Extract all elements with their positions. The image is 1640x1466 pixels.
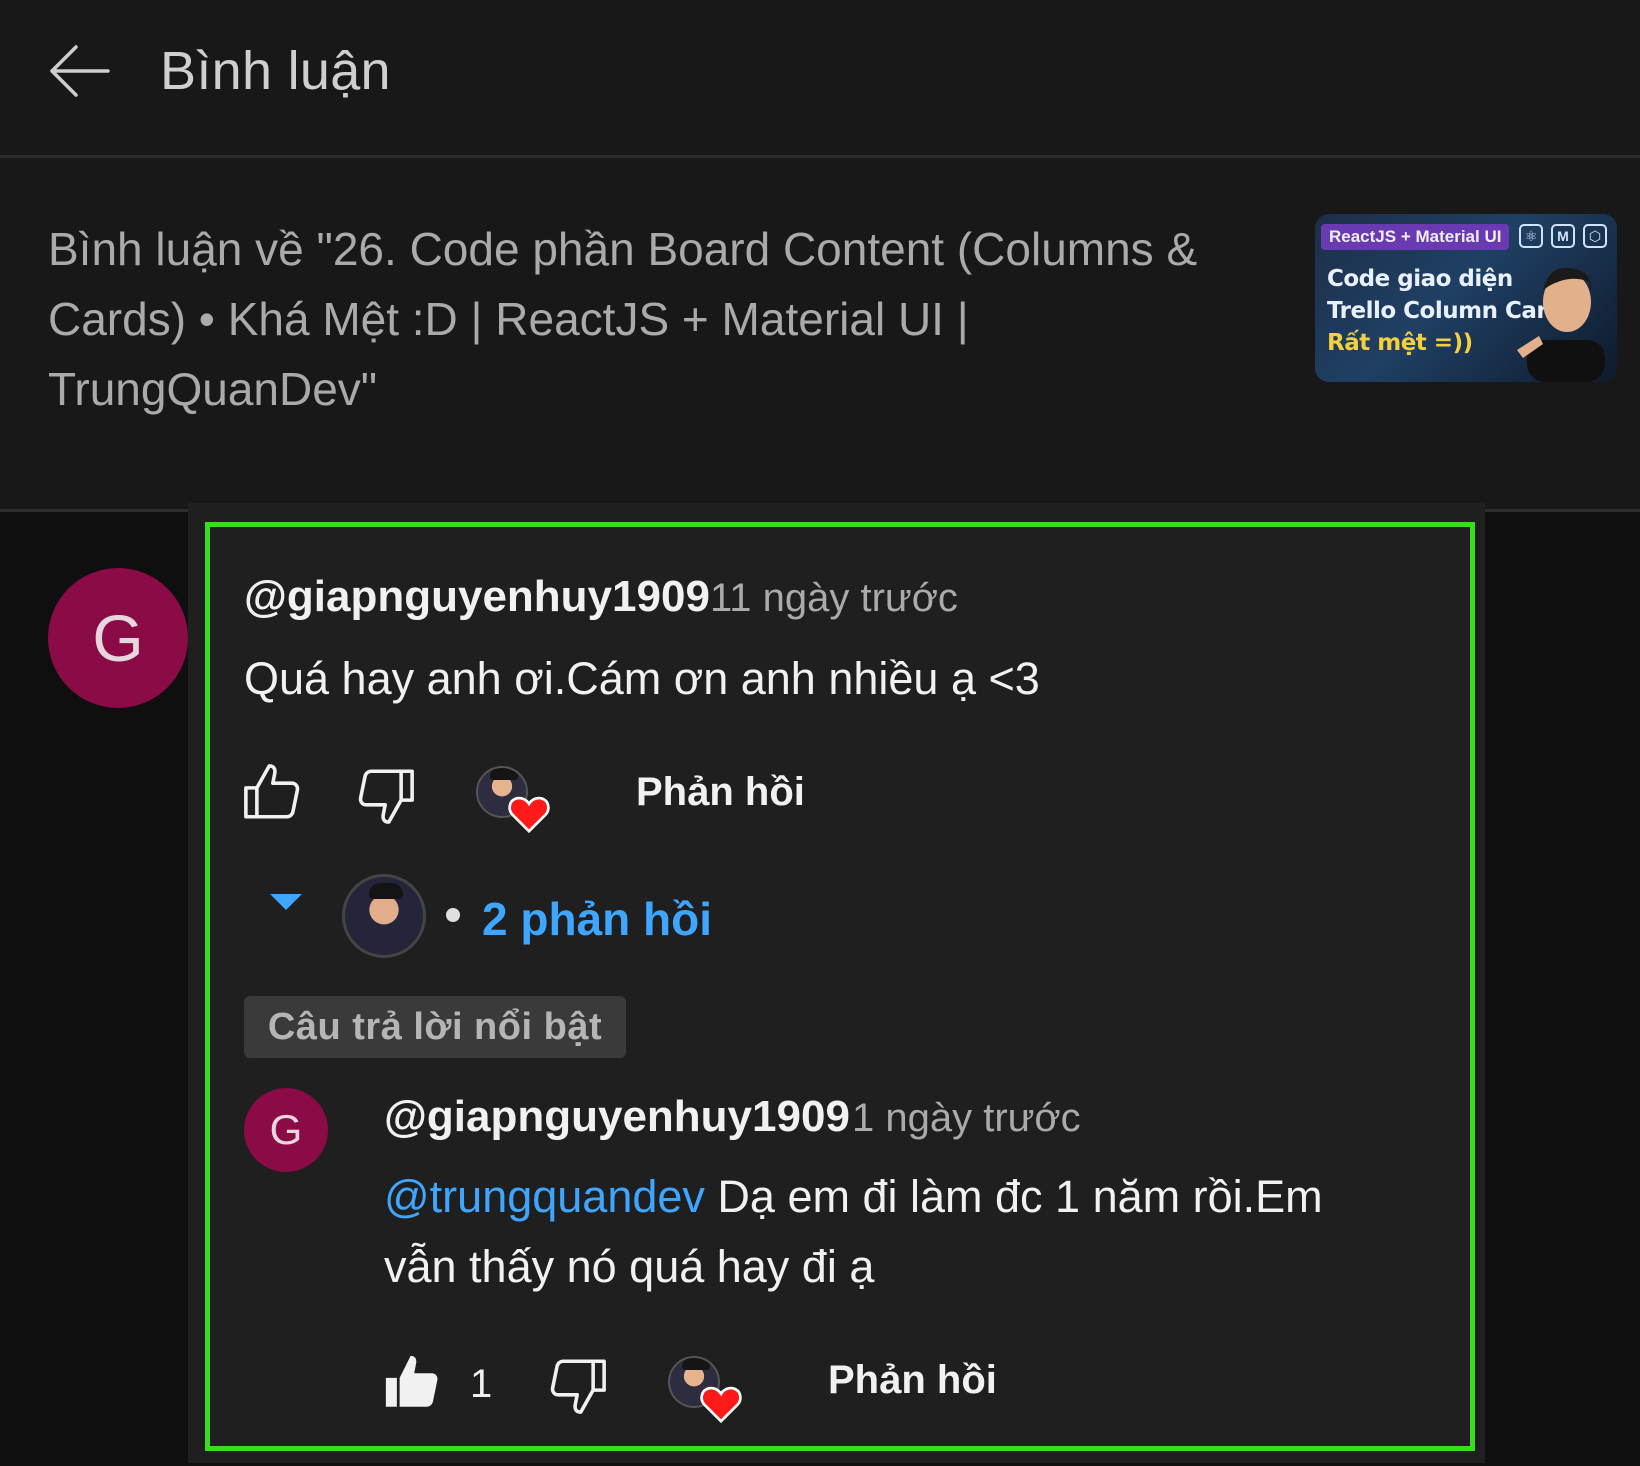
video-title: Bình luận về "26. Code phần Board Conten… <box>48 223 1198 415</box>
page-title: Bình luận <box>160 41 391 101</box>
creator-heart-icon <box>508 796 550 834</box>
thumbs-up-filled-icon <box>385 1355 438 1407</box>
thumbnail-tag: ReactJS + Material UI <box>1321 224 1510 250</box>
thumbs-down-icon <box>550 1359 606 1414</box>
reply-username[interactable]: @giapnguyenhuy1909 <box>384 1092 850 1142</box>
thumbs-up-icon <box>244 764 300 819</box>
comment-username[interactable]: @giapnguyenhuy1909 <box>244 572 710 622</box>
thumbnail-logos: ⚛ M ⬡ <box>1519 224 1607 248</box>
mui-logo-icon: M <box>1551 224 1575 248</box>
channel-logo-icon: ⬡ <box>1583 224 1607 248</box>
reply-text-line-1: Dạ em đi làm đc 1 năm rồi.Em <box>704 1171 1323 1222</box>
comment-text: Quá hay anh ơi.Cám ơn anh nhiều ạ <3 <box>244 653 1040 704</box>
comment-time: 11 ngày trước <box>710 576 958 620</box>
reply-text: @trungquandev Dạ em đi làm đc 1 năm rồi.… <box>384 1162 1444 1302</box>
reply-text-line-2: vẫn thấy nó quá hay đi ạ <box>384 1241 875 1292</box>
creator-heart-badge[interactable] <box>476 766 556 836</box>
replier-avatar <box>342 874 426 958</box>
avatar-letter: G <box>269 1106 303 1153</box>
reply-button[interactable]: Phản hồi <box>636 770 805 815</box>
reply-creator-heart-badge[interactable] <box>668 1356 748 1426</box>
reply-time: 1 ngày trước <box>852 1096 1081 1140</box>
avatar-letter: G <box>92 601 144 675</box>
like-button[interactable] <box>236 756 308 828</box>
top-bar: Bình luận <box>0 0 1640 158</box>
thumbs-down-icon <box>358 769 414 824</box>
react-logo-icon: ⚛ <box>1519 224 1543 248</box>
video-info: Bình luận về "26. Code phần Board Conten… <box>0 158 1640 512</box>
commenter-avatar[interactable]: G <box>48 568 188 708</box>
back-button[interactable] <box>40 36 120 106</box>
reply-like-count: 1 <box>470 1362 493 1406</box>
reply-like-button[interactable] <box>376 1346 448 1418</box>
thumbnail-line-3: Rất mệt =)) <box>1327 330 1473 356</box>
separator-dot <box>446 908 460 922</box>
dislike-button[interactable] <box>350 760 422 832</box>
featured-reply-badge: Câu trả lời nổi bật <box>244 996 626 1058</box>
reply-dislike-button[interactable] <box>542 1350 614 1422</box>
presenter-image <box>1517 267 1605 382</box>
thumbnail-line-1: Code giao diện <box>1327 266 1513 292</box>
caret-down-icon <box>270 894 302 910</box>
reply-avatar[interactable]: G <box>244 1088 328 1172</box>
replies-toggle[interactable] <box>262 872 310 928</box>
creator-heart-icon <box>700 1386 742 1424</box>
arrow-left-icon <box>50 45 110 97</box>
reply-reply-button[interactable]: Phản hồi <box>828 1358 997 1403</box>
video-thumbnail[interactable]: ReactJS + Material UI ⚛ M ⬡ Code giao di… <box>1315 214 1617 382</box>
mention-link[interactable]: @trungquandev <box>384 1171 705 1222</box>
replies-count-button[interactable]: 2 phản hồi <box>482 892 712 946</box>
